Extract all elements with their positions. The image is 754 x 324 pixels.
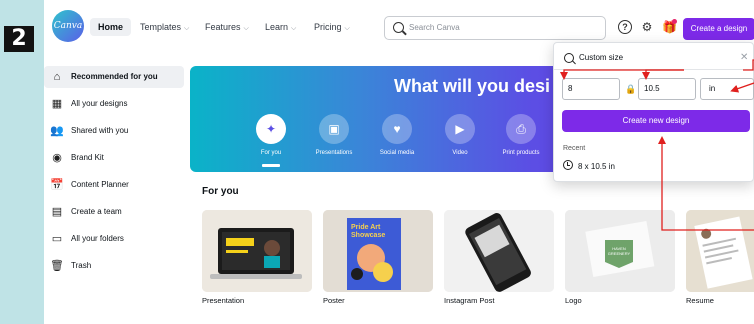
sidebar-item-folders[interactable]: ▭ All your folders	[44, 228, 184, 250]
sidebar-item-label: Content Planner	[71, 180, 129, 189]
category-video[interactable]: ▶ Video	[428, 114, 492, 156]
nav-pricing[interactable]: Pricing ⌵	[314, 18, 350, 36]
nav-templates-label: Templates	[140, 22, 182, 32]
logo-thumb-text: HAVEN GREENERY	[607, 246, 631, 256]
search-input[interactable]: Search Canva	[384, 16, 606, 40]
height-input[interactable]: 10.5	[638, 78, 696, 100]
chevron-down-icon: ⌵	[184, 25, 190, 32]
poster-thumbnail	[323, 210, 433, 292]
trash-icon: 🗑	[50, 260, 64, 272]
phone-thumbnail	[444, 210, 554, 292]
create-new-design-button[interactable]: Create new design	[562, 110, 750, 132]
custom-size-popup: Custom size ✕ 8 🔒 10.5 in Create new des…	[553, 42, 754, 182]
video-icon: ▶	[445, 114, 475, 144]
poster-thumb-text: Pride Art Showcase	[351, 224, 386, 239]
template-card-instagram-post[interactable]	[444, 210, 554, 292]
gear-icon[interactable]: ⚙	[640, 20, 654, 34]
sidebar-item-label: Brand Kit	[71, 153, 104, 162]
canva-logo[interactable]: Canva	[52, 10, 84, 42]
sidebar-item-create-team[interactable]: ▤ Create a team	[44, 201, 184, 223]
recent-size-item[interactable]: 8 x 10.5 in	[563, 160, 615, 174]
search-icon	[564, 53, 574, 63]
card-label-instagram-post: Instagram Post	[444, 296, 495, 305]
category-social-media[interactable]: ♥ Social media	[365, 114, 429, 156]
chevron-down-icon: ⌵	[243, 25, 249, 32]
template-card-logo[interactable]: HAVEN GREENERY	[565, 210, 675, 292]
nav-pricing-label: Pricing	[314, 22, 342, 32]
presentation-icon: ▣	[319, 114, 349, 144]
category-presentations[interactable]: ▣ Presentations	[302, 114, 366, 156]
sidebar-item-label: Recommended for you	[71, 72, 158, 81]
category-label: Print products	[502, 150, 540, 156]
nav-learn[interactable]: Learn ⌵	[265, 18, 296, 36]
chevron-down-icon: ⌵	[344, 25, 350, 32]
category-print-products[interactable]: ⎙ Print products	[489, 114, 553, 156]
active-category-indicator	[262, 164, 280, 167]
grid-icon: ▦	[51, 98, 63, 110]
custom-size-search-input[interactable]: Custom size	[579, 51, 623, 65]
sidebar-item-shared[interactable]: 👥 Shared with you	[44, 120, 184, 142]
recent-label: Recent	[563, 145, 586, 152]
gift-icon[interactable]: 🎁	[662, 19, 677, 34]
nav-home[interactable]: Home	[90, 18, 132, 36]
sidebar-item-label: Shared with you	[71, 126, 129, 135]
sidebar-item-trash[interactable]: 🗑 Trash	[44, 255, 184, 277]
resume-thumbnail	[686, 210, 754, 292]
folder-icon: ▭	[51, 233, 63, 245]
card-label-logo: Logo	[565, 296, 582, 305]
category-label: For you	[260, 150, 282, 156]
sidebar-item-content-planner[interactable]: 📅 Content Planner	[44, 174, 184, 196]
nav-learn-label: Learn	[265, 22, 289, 32]
category-for-you[interactable]: ✦ For you	[239, 114, 303, 156]
recent-size-label: 8 x 10.5 in	[578, 162, 615, 171]
sparkle-icon: ✦	[256, 114, 286, 144]
unit-value: in	[709, 84, 716, 93]
canva-window: Canva Home Templates ⌵ Features ⌵ Learn ⌵ P…	[44, 0, 754, 324]
category-label: Presentations	[315, 150, 353, 156]
nav-features[interactable]: Features ⌵	[205, 18, 249, 36]
sidebar-item-label: All your folders	[71, 234, 124, 243]
sidebar-item-brand-kit[interactable]: ◉ Brand Kit	[44, 147, 184, 169]
calendar-icon: 📅	[50, 179, 64, 191]
template-card-resume[interactable]	[686, 210, 754, 292]
unit-select[interactable]: in	[700, 78, 754, 100]
divider	[554, 69, 753, 70]
nav-templates[interactable]: Templates ⌵	[140, 18, 189, 36]
nav-home-label: Home	[98, 22, 124, 32]
width-input[interactable]: 8	[562, 78, 620, 100]
template-card-poster[interactable]: Pride Art Showcase	[323, 210, 433, 292]
home-icon: ⌂	[53, 71, 61, 83]
create-a-design-button[interactable]: Create a design	[683, 18, 754, 40]
search-placeholder: Search Canva	[409, 23, 460, 32]
close-icon[interactable]: ✕	[740, 51, 748, 65]
sidebar-item-all-designs[interactable]: ▦ All your designs	[44, 93, 184, 115]
search-icon	[393, 22, 404, 33]
template-card-presentation[interactable]	[202, 210, 312, 292]
sidebar-item-label: Trash	[71, 261, 92, 270]
people-icon: 👥	[50, 125, 64, 137]
category-label: Social media	[379, 150, 415, 156]
sidebar-item-label: All your designs	[71, 99, 128, 108]
sidebar-item-recommended[interactable]: ⌂ Recommended for you	[44, 66, 184, 88]
category-label: Video	[452, 150, 468, 156]
card-label-poster: Poster	[323, 296, 345, 305]
team-icon: ▤	[51, 206, 63, 218]
card-label-resume: Resume	[686, 296, 714, 305]
chevron-down-icon: ⌵	[291, 25, 297, 32]
brand-icon: ◉	[52, 152, 62, 164]
step-number-badge: 2	[4, 26, 34, 52]
laptop-thumbnail	[202, 210, 312, 292]
heart-icon: ♥	[382, 114, 412, 144]
nav-features-label: Features	[205, 22, 241, 32]
for-you-heading: For you	[202, 186, 239, 197]
hero-title: What will you desi	[394, 76, 551, 96]
sidebar-item-label: Create a team	[71, 207, 122, 216]
lock-icon[interactable]: 🔒	[625, 81, 636, 97]
printer-icon: ⎙	[506, 114, 536, 144]
clock-icon	[563, 160, 573, 170]
card-label-presentation: Presentation	[202, 296, 245, 305]
help-icon[interactable]: ?	[618, 20, 632, 34]
